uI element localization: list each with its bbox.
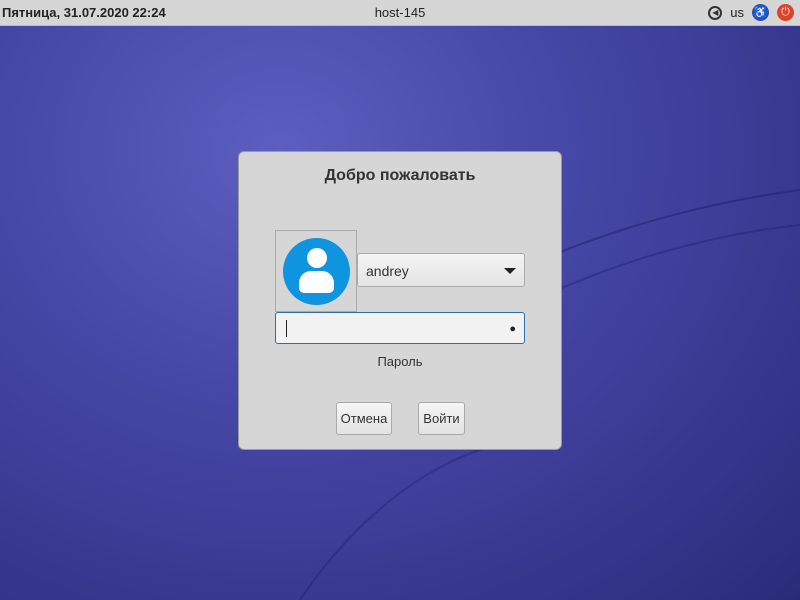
chevron-down-icon [504, 268, 516, 274]
text-cursor [286, 320, 287, 337]
accessibility-icon[interactable]: ♿ [752, 4, 769, 21]
top-panel: Пятница, 31.07.2020 22:24 host-145 ◀ us … [0, 0, 800, 26]
password-input[interactable]: ● [275, 312, 525, 344]
keyhole-icon: ● [509, 323, 516, 335]
password-label: Пароль [377, 354, 423, 369]
session-icon[interactable]: ◀ [708, 5, 723, 20]
cancel-button[interactable]: Отмена [336, 402, 392, 435]
keyboard-layout[interactable]: us [730, 5, 744, 20]
hostname: host-145 [374, 5, 426, 20]
power-icon[interactable]: ⏻ [777, 4, 794, 21]
login-button[interactable]: Войти [418, 402, 465, 435]
selected-user: andrey [366, 263, 409, 279]
avatar [275, 230, 357, 312]
user-select[interactable]: andrey [357, 253, 525, 287]
wallpaper-wave [299, 441, 561, 600]
dialog-title: Добро пожаловать [324, 167, 476, 184]
user-icon [283, 238, 350, 305]
login-dialog: Добро пожаловать andrey ● Пароль Отмена … [238, 151, 562, 450]
